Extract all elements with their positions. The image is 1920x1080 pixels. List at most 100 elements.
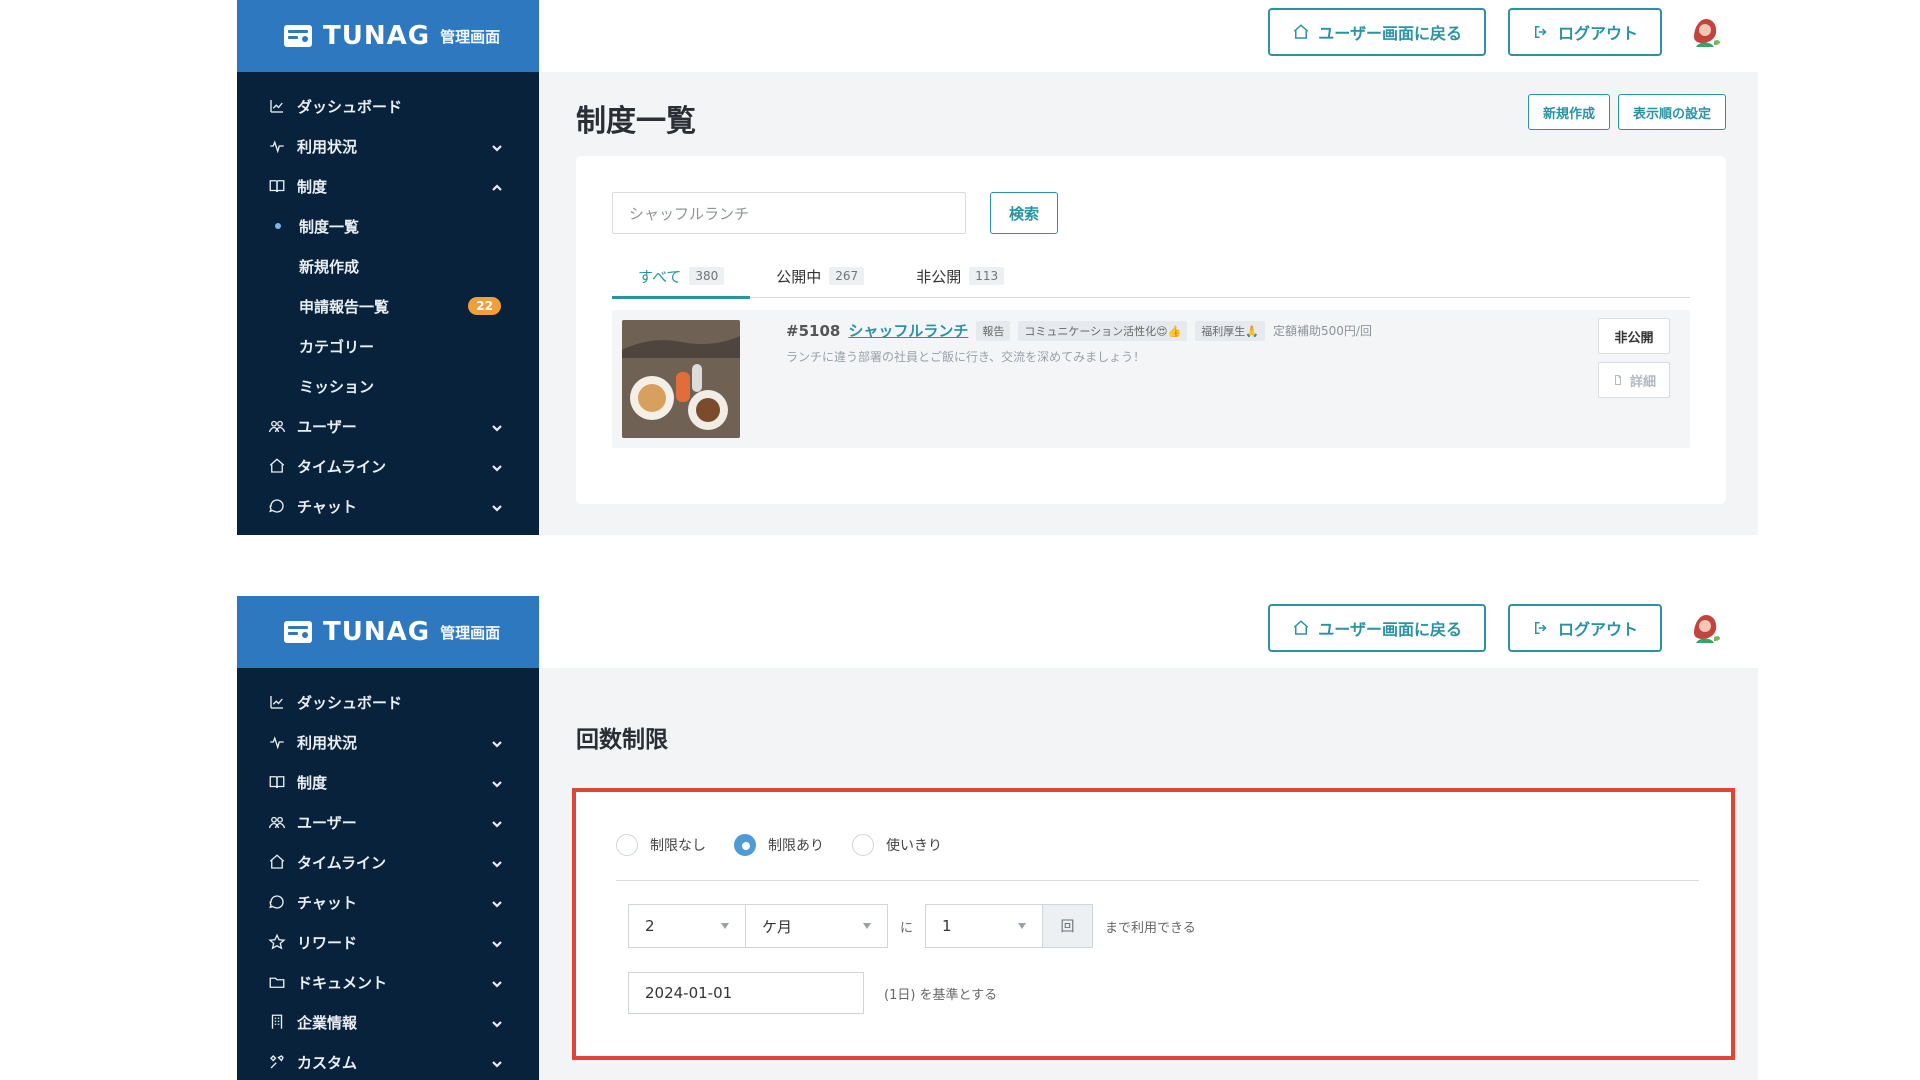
radio-no-limit[interactable]: 制限なし xyxy=(616,834,706,856)
radio-circle[interactable] xyxy=(734,834,756,856)
bottom-sidebar-menu: ダッシュボード 利用状況 制度 ユーザー タイムライン チャット リワード ドキ… xyxy=(237,668,539,1080)
sidebar-item-timeline[interactable]: タイムライン xyxy=(237,446,539,486)
period-value-select[interactable]: 2 xyxy=(628,904,746,948)
sidebar-item-chat[interactable]: チャット xyxy=(237,882,539,922)
sidebar-label: カスタム xyxy=(297,1053,358,1072)
bottom-content: 回数制限 制限なし 制限あり 使いきり 2 ケ月 に 1 回 まで利用できる 2… xyxy=(539,668,1758,1080)
top-screen: TUNAG 管理画面 ユーザー画面に戻る ログアウト ダッシュボード 利用状況 … xyxy=(237,0,1758,535)
home-icon xyxy=(267,852,287,872)
users-icon xyxy=(267,812,287,832)
logo-icon xyxy=(284,621,312,643)
top-sidebar: ダッシュボード 利用状況 制度 制度一覧 新規作成 申請報告一覧 22 カテゴリ… xyxy=(237,72,539,535)
tab-count: 380 xyxy=(689,267,725,285)
logout-label: ログアウト xyxy=(1557,24,1638,43)
tab-all[interactable]: すべて 380 xyxy=(611,254,751,299)
avatar[interactable] xyxy=(1684,11,1726,53)
chevron-down-icon xyxy=(491,936,503,948)
tab-public[interactable]: 公開中 267 xyxy=(776,254,865,298)
tab-private[interactable]: 非公開 113 xyxy=(916,254,1005,298)
chevron-down-icon xyxy=(491,816,503,828)
brand[interactable]: TUNAG 管理画面 xyxy=(237,0,539,72)
new-program-button[interactable]: 新規作成 xyxy=(1527,94,1610,130)
start-date-input[interactable]: 2024-01-01 xyxy=(628,972,864,1014)
sidebar-item-dashboard[interactable]: ダッシュボード xyxy=(237,86,539,126)
sidebar-item-rewards[interactable]: リワード xyxy=(237,922,539,962)
logout-icon xyxy=(1534,622,1547,634)
logout-label: ログアウト xyxy=(1557,620,1638,639)
caret-down-icon xyxy=(721,923,729,929)
sidebar-item-programs[interactable]: 制度 xyxy=(237,166,539,206)
radio-label: 制限あり xyxy=(768,838,824,854)
bottom-sidebar: ダッシュボード 利用状況 制度 ユーザー タイムライン チャット リワード ドキ… xyxy=(237,668,539,1080)
sidebar-item-usage[interactable]: 利用状況 xyxy=(237,126,539,166)
sidebar-label: 企業情報 xyxy=(297,1013,358,1032)
tools-icon xyxy=(267,1052,287,1072)
sidebar-label: タイムライン xyxy=(297,853,386,872)
details-label: 詳細 xyxy=(1629,374,1656,390)
program-id: #5108 xyxy=(786,321,841,340)
sidebar-item-programs[interactable]: 制度 xyxy=(237,762,539,802)
bottom-header: TUNAG 管理画面 ユーザー画面に戻る ログアウト xyxy=(237,596,1758,668)
chat-icon xyxy=(267,892,287,912)
lunch-photo-icon xyxy=(622,320,740,438)
chevron-down-icon xyxy=(491,856,503,868)
sidebar-item-company[interactable]: 企業情報 xyxy=(237,1002,539,1042)
sidebar-subitem-missions[interactable]: ミッション xyxy=(237,366,539,406)
back-to-user-button[interactable]: ユーザー画面に戻る xyxy=(1268,8,1486,56)
caret-down-icon xyxy=(863,923,871,929)
chevron-down-icon xyxy=(491,500,503,512)
sidebar-item-dashboard[interactable]: ダッシュボード xyxy=(237,682,539,722)
count-value-select[interactable]: 1 xyxy=(925,904,1044,948)
sidebar-item-timeline[interactable]: タイムライン xyxy=(237,842,539,882)
sidebar-label: チャット xyxy=(297,893,357,912)
tab-label: 公開中 xyxy=(776,267,822,286)
folder-icon xyxy=(267,972,287,992)
order-settings-button[interactable]: 表示順の設定 xyxy=(1617,94,1726,130)
radio-single-use[interactable]: 使いきり xyxy=(852,834,942,856)
brand-sub: 管理画面 xyxy=(440,27,501,46)
sidebar-subitem-categories[interactable]: カテゴリー xyxy=(237,326,539,366)
sidebar-item-usage[interactable]: 利用状況 xyxy=(237,722,539,762)
program-name-link[interactable]: シャッフルランチ xyxy=(848,320,968,341)
sidebar-item-custom[interactable]: カスタム xyxy=(237,1042,539,1080)
sidebar-subitem-requests[interactable]: 申請報告一覧 22 xyxy=(237,286,539,326)
program-item[interactable]: #5108 シャッフルランチ 報告 コミュニケーション活性化😍👍 福利厚生🙏 定… xyxy=(612,310,1690,448)
period-unit: ケ月 xyxy=(762,917,793,936)
chevron-down-icon xyxy=(491,1056,503,1068)
details-button[interactable]: 詳細 xyxy=(1598,362,1670,398)
start-date-hint: (1日) を基準とする xyxy=(884,987,998,1003)
sidebar-item-users[interactable]: ユーザー xyxy=(237,406,539,446)
sidebar-item-chat[interactable]: チャット xyxy=(237,486,539,526)
back-to-user-button[interactable]: ユーザー画面に戻る xyxy=(1268,604,1486,652)
page-title: 制度一覧 xyxy=(576,104,696,139)
radio-label: 使いきり xyxy=(886,838,942,854)
tab-count: 267 xyxy=(829,267,865,285)
sidebar-subitem-new[interactable]: 新規作成 xyxy=(237,246,539,286)
limit-mid-text: に xyxy=(900,920,914,936)
search-button[interactable]: 検索 xyxy=(990,192,1059,234)
period-unit-select[interactable]: ケ月 xyxy=(746,904,888,948)
make-private-button[interactable]: 非公開 xyxy=(1598,318,1670,354)
avatar-illustration-icon xyxy=(1685,608,1725,648)
sidebar-subitem-program-list[interactable]: 制度一覧 xyxy=(237,206,539,246)
tab-count: 113 xyxy=(969,267,1005,285)
program-tag: 報告 xyxy=(976,320,1011,341)
program-description: ランチに違う部署の社員とご飯に行き、交流を深めてみましょう！ xyxy=(786,350,1146,364)
radio-circle[interactable] xyxy=(852,834,874,856)
sidebar-sublabel: カテゴリー xyxy=(299,337,375,356)
logout-button[interactable]: ログアウト xyxy=(1507,604,1662,652)
sidebar-item-users[interactable]: ユーザー xyxy=(237,802,539,842)
sidebar-label: 制度 xyxy=(297,773,328,792)
sidebar-label: 制度 xyxy=(297,177,328,196)
logout-button[interactable]: ログアウト xyxy=(1507,8,1662,56)
program-thumbnail[interactable] xyxy=(622,320,740,438)
avatar[interactable] xyxy=(1684,607,1726,649)
sidebar-label: ユーザー xyxy=(297,813,357,832)
back-to-user-label: ユーザー画面に戻る xyxy=(1318,620,1462,639)
sidebar-item-documents[interactable]: ドキュメント xyxy=(237,962,539,1002)
brand[interactable]: TUNAG 管理画面 xyxy=(237,596,539,668)
program-tag: 福利厚生🙏 xyxy=(1195,320,1265,341)
radio-limited[interactable]: 制限あり xyxy=(734,834,824,856)
search-input[interactable]: シャッフルランチ xyxy=(612,192,966,234)
radio-circle[interactable] xyxy=(616,834,638,856)
